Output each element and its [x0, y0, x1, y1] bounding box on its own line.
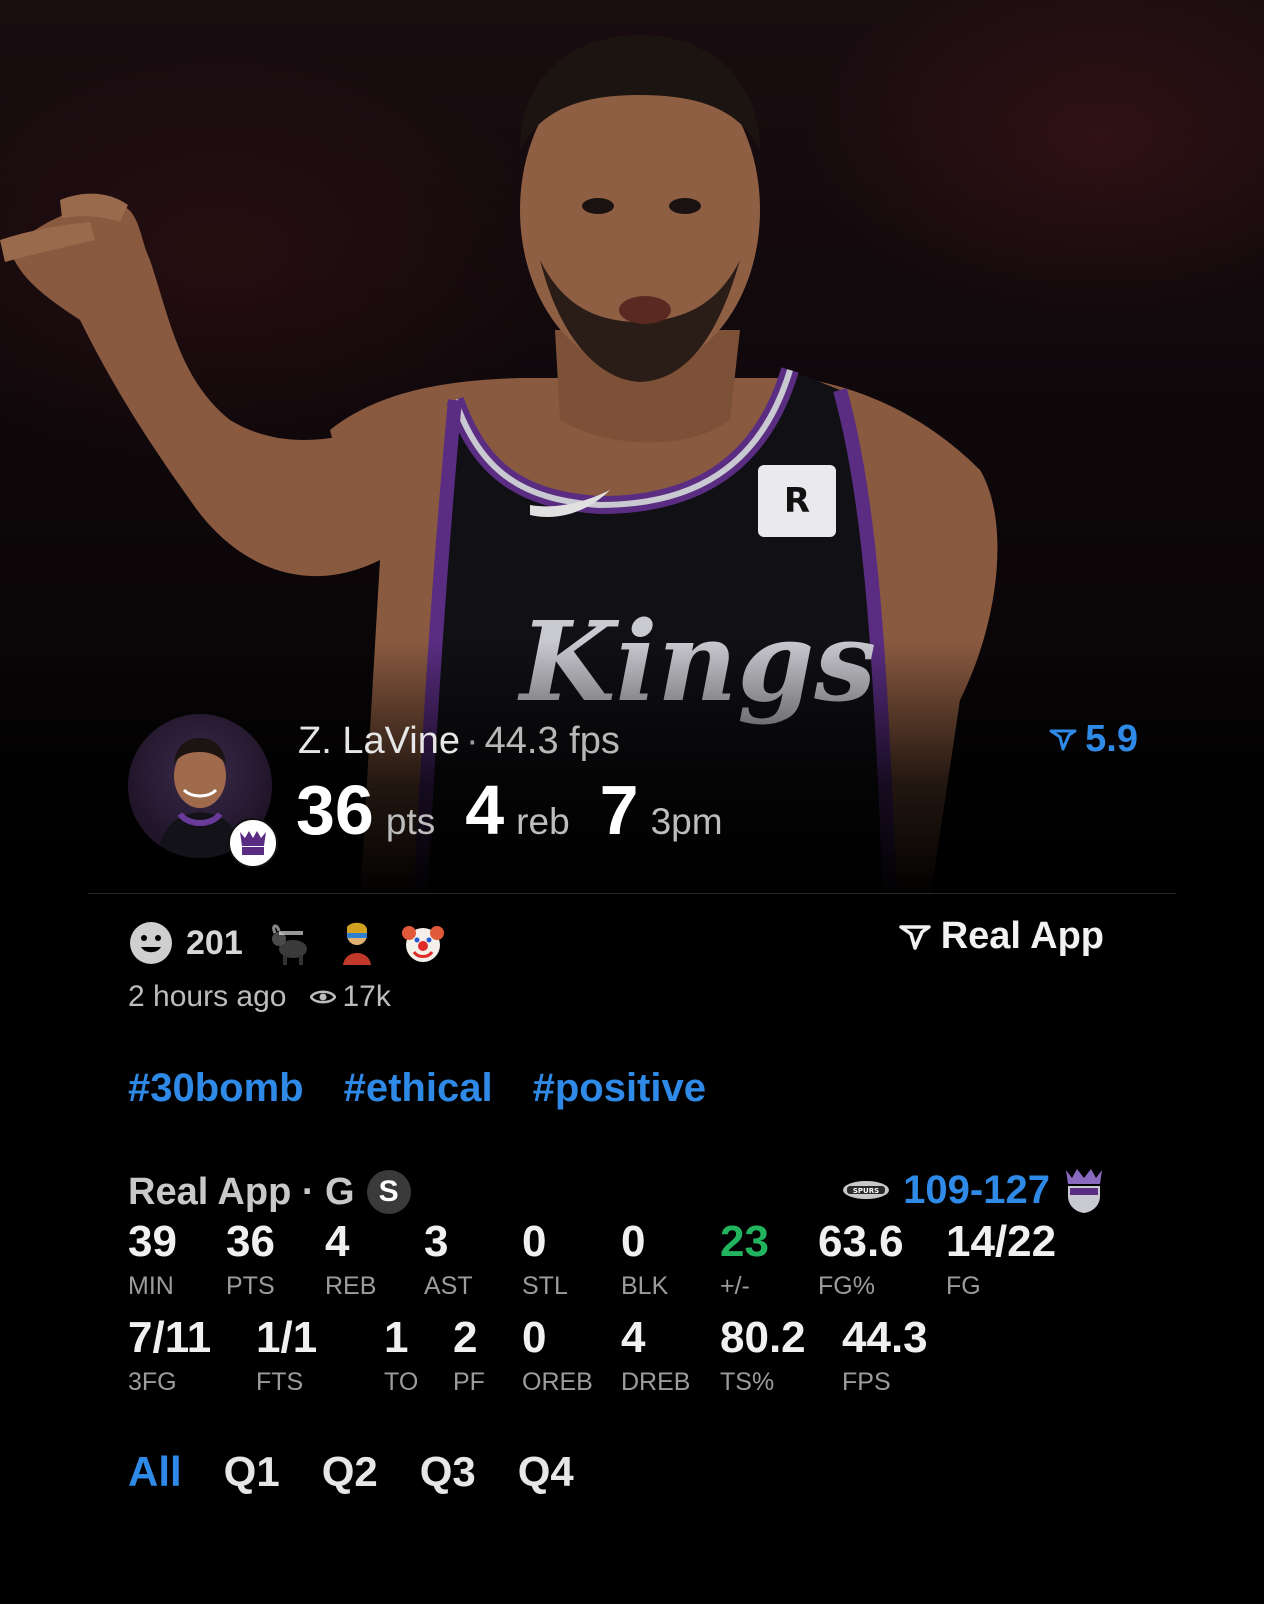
tab-q1[interactable]: Q1: [224, 1448, 280, 1496]
stat-fg-pct: 63.6 FG%: [818, 1217, 904, 1301]
headline-stats: 36 pts 4 reb 7 3pm: [296, 770, 753, 850]
timestamp: 2 hours ago: [128, 980, 287, 1013]
rebounds-value: 4: [465, 771, 505, 849]
stat-ts-pct: 80.2 TS%: [720, 1313, 806, 1397]
post-meta: 2 hours ago 17k: [128, 980, 391, 1014]
player-summary-card[interactable]: Z. LaVine · 44.3 fps 36 pts 4 reb 7 3pm 5.9: [128, 712, 1138, 862]
score-separator: -: [969, 1167, 984, 1212]
hashtag[interactable]: #30bomb: [128, 1066, 304, 1111]
real-app-logo-icon: [898, 924, 931, 950]
clown-emoji-icon[interactable]: [399, 919, 447, 967]
tab-q3[interactable]: Q3: [420, 1448, 476, 1496]
stat-3fg: 7/11 3FG: [128, 1313, 212, 1397]
goat-emoji-icon[interactable]: [267, 919, 315, 967]
stat-blk: 0 BLK: [621, 1217, 669, 1301]
kings-logo-icon: [1066, 1169, 1102, 1213]
spurs-logo-icon: SPURS: [843, 1181, 890, 1199]
tab-q2[interactable]: Q2: [322, 1448, 378, 1496]
starter-badge: S: [366, 1170, 411, 1214]
tab-all[interactable]: All: [128, 1448, 182, 1496]
real-app-brand-link[interactable]: Real App: [898, 915, 1104, 958]
player-header: Z. LaVine · 44.3 fps: [298, 720, 620, 763]
view-count: 17k: [310, 980, 391, 1014]
game-title: Real App · G: [128, 1170, 355, 1213]
stat-min: 39 MIN: [128, 1217, 177, 1301]
stat-stl: 0 STL: [522, 1217, 568, 1301]
rating-chip[interactable]: 5.9: [1049, 718, 1138, 761]
stat-reb: 4 REB: [325, 1217, 377, 1301]
svg-text:SPURS: SPURS: [853, 1187, 879, 1195]
reactions-bar: 201: [128, 915, 465, 971]
separator: ·: [465, 720, 479, 762]
score-away: 109: [903, 1167, 970, 1212]
stat-ast: 3 AST: [424, 1217, 473, 1301]
stat-oreb: 0 OREB: [522, 1313, 593, 1397]
hashtag[interactable]: #positive: [533, 1066, 706, 1111]
hashtag[interactable]: #ethical: [344, 1066, 493, 1111]
threes-unit: 3pm: [650, 801, 723, 842]
divider: [88, 893, 1176, 894]
player-name[interactable]: Z. LaVine: [298, 720, 460, 762]
points-unit: pts: [385, 801, 436, 842]
stat-to: 1 TO: [384, 1313, 419, 1397]
points-value: 36: [296, 771, 374, 849]
game-score[interactable]: SPURS 109-127: [841, 1166, 1106, 1214]
team-logo-icon: [228, 818, 278, 868]
smiley-reaction-icon[interactable]: [128, 920, 174, 966]
hashtag-list: #30bomb #ethical #positive: [128, 1066, 706, 1111]
superhero-emoji-icon[interactable]: [333, 919, 381, 967]
threes-value: 7: [599, 771, 639, 849]
svg-text:R: R: [784, 481, 810, 521]
stat-pf: 2 PF: [453, 1313, 485, 1397]
tab-q4[interactable]: Q4: [518, 1448, 574, 1496]
game-header: Real App · G S: [128, 1170, 411, 1214]
period-tabs: All Q1 Q2 Q3 Q4: [128, 1448, 574, 1496]
stat-fps: 44.3 FPS: [842, 1313, 928, 1397]
score-home: 127: [983, 1167, 1050, 1212]
stat-dreb: 4 DREB: [621, 1313, 691, 1397]
stat-plus-minus: 23 +/-: [720, 1217, 769, 1301]
rebounds-unit: reb: [516, 801, 570, 842]
stat-fts: 1/1 FTS: [256, 1313, 318, 1397]
player-fps: 44.3 fps: [484, 720, 620, 762]
views-value: 17k: [342, 980, 391, 1013]
stat-pts: 36 PTS: [226, 1217, 275, 1301]
rating-value: 5.9: [1085, 718, 1138, 760]
stat-fg: 14/22 FG: [946, 1217, 1057, 1301]
score-text: 109-127: [903, 1168, 1050, 1213]
real-app-logo-icon: [1049, 729, 1077, 750]
eye-icon: [310, 990, 337, 1004]
reaction-count: 201: [186, 923, 243, 962]
brand-name: Real App: [940, 915, 1104, 957]
